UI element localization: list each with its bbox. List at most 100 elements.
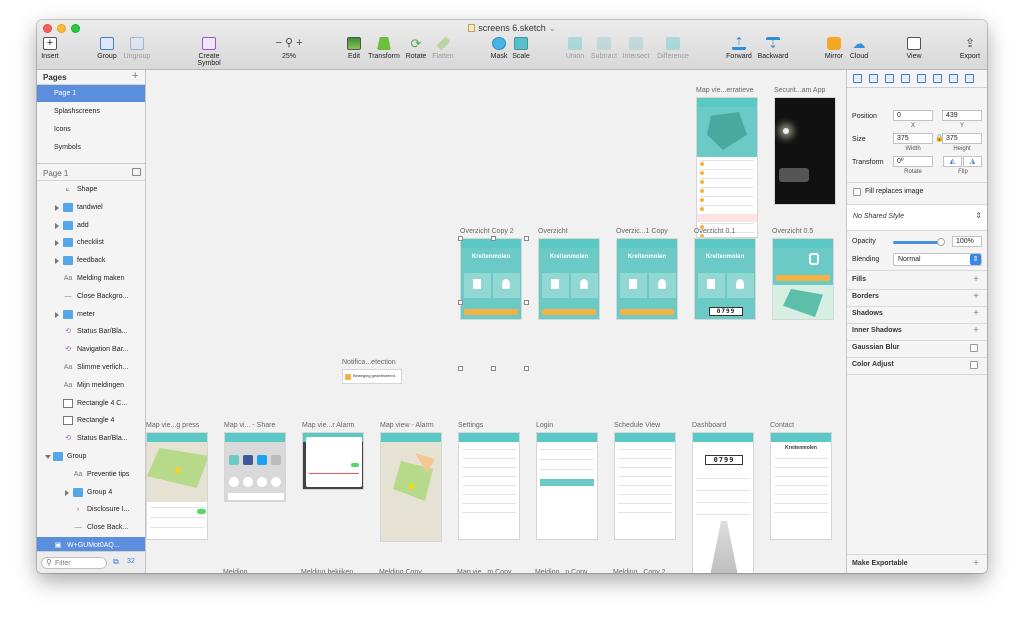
selection-handle[interactable] xyxy=(524,236,529,241)
add-export-button[interactable]: + xyxy=(973,559,979,569)
position-y-field[interactable]: 439 xyxy=(942,110,982,121)
insert-button[interactable]: + Insert xyxy=(37,37,72,60)
artboard-label[interactable]: Overzicht Copy 2 xyxy=(460,228,514,235)
artboard-label[interactable]: Securit...am App xyxy=(774,87,825,94)
list-item[interactable] xyxy=(618,512,672,513)
list-item[interactable] xyxy=(462,449,516,450)
align-top-icon[interactable] xyxy=(901,74,910,83)
layer-row[interactable]: Group 4 xyxy=(37,484,145,501)
list-item[interactable] xyxy=(700,178,754,179)
ungroup-button[interactable]: Ungroup xyxy=(115,37,159,60)
selection-handle[interactable] xyxy=(491,236,496,241)
fill-replaces-checkbox[interactable] xyxy=(853,188,861,196)
disclosure-open-icon[interactable] xyxy=(45,455,51,459)
cloud-button[interactable]: ☁ Cloud xyxy=(837,37,881,60)
list-item[interactable] xyxy=(462,503,516,504)
section-toggle-checkbox[interactable] xyxy=(970,361,978,369)
share-icon[interactable] xyxy=(229,455,239,465)
zoom-control[interactable]: − ⚲ +25% xyxy=(267,37,311,60)
list-item[interactable] xyxy=(696,490,750,491)
list-item[interactable] xyxy=(462,458,516,459)
disclosure-icon[interactable] xyxy=(55,311,59,318)
artboard-label[interactable]: Schedule View xyxy=(614,422,660,429)
filter-input[interactable] xyxy=(55,559,103,567)
add-borders-button[interactable]: + xyxy=(973,292,979,302)
layer-row[interactable]: Aa Preventie tips xyxy=(37,466,145,483)
artboard-label[interactable]: Login xyxy=(536,422,553,429)
canvas[interactable]: Map vie...erratieve Securit...am App Overz… xyxy=(146,70,846,573)
artboard-label[interactable]: Dashboard xyxy=(692,422,726,429)
list-item[interactable] xyxy=(540,449,594,450)
list-item[interactable] xyxy=(774,503,828,504)
list-item[interactable] xyxy=(700,169,754,170)
list-item[interactable] xyxy=(150,527,205,528)
layer-row[interactable]: feedback xyxy=(37,252,145,269)
artboard[interactable]: Settings xyxy=(458,422,520,540)
artboard-label[interactable]: Melding Copy xyxy=(379,569,422,573)
share-icon[interactable] xyxy=(243,455,253,465)
height-field[interactable]: 375 xyxy=(942,133,982,144)
position-x-field[interactable]: 0 xyxy=(893,110,933,121)
artboard-label[interactable]: Melding...Copy 2 xyxy=(613,569,666,573)
filter-field[interactable]: ⚲ xyxy=(41,557,107,569)
list-item[interactable] xyxy=(618,458,672,459)
artboard[interactable]: Map vie...erratieve xyxy=(696,87,758,238)
list-item[interactable] xyxy=(774,485,828,486)
layer-row[interactable]: ⟲ Status Bar/Bla... xyxy=(37,323,145,340)
list-item[interactable] xyxy=(618,476,672,477)
action-icon[interactable] xyxy=(243,477,253,487)
flatten-button[interactable]: Flatten xyxy=(421,36,465,60)
list-item[interactable] xyxy=(540,459,594,460)
disclosure-icon[interactable] xyxy=(55,258,59,265)
list-item[interactable] xyxy=(540,469,594,470)
list-item[interactable] xyxy=(618,485,672,486)
list-item[interactable] xyxy=(618,467,672,468)
artboard-label[interactable]: Map vi... - Share xyxy=(224,422,275,429)
distribute-v-icon[interactable] xyxy=(965,74,974,83)
disclosure-icon[interactable] xyxy=(65,489,69,496)
action-button[interactable] xyxy=(620,309,674,315)
section-gaussian-blur[interactable]: Gaussian Blur xyxy=(852,344,899,351)
list-item[interactable] xyxy=(462,467,516,468)
action-icon[interactable] xyxy=(229,477,239,487)
action-button[interactable] xyxy=(776,275,830,281)
flip-horizontal-button[interactable]: ◭ xyxy=(943,156,962,167)
selection-handle[interactable] xyxy=(458,300,463,305)
list-item[interactable] xyxy=(696,478,750,479)
export-button[interactable]: ⇪ Export xyxy=(948,37,987,60)
align-bottom-icon[interactable] xyxy=(933,74,942,83)
disclosure-icon[interactable] xyxy=(55,240,59,247)
list-item[interactable] xyxy=(700,205,754,206)
section-color-adjust[interactable]: Color Adjust xyxy=(852,361,894,368)
opacity-slider-knob[interactable] xyxy=(937,238,945,246)
artboard[interactable]: Login xyxy=(536,422,598,540)
artboard-label[interactable]: Overzicht 0.1 xyxy=(694,228,735,235)
layer-row[interactable]: Rectangle 4 xyxy=(37,412,145,429)
collapse-icon[interactable] xyxy=(132,168,141,176)
selection-handle[interactable] xyxy=(458,236,463,241)
list-item[interactable] xyxy=(462,494,516,495)
toggle-switch[interactable] xyxy=(197,509,206,514)
list-item[interactable] xyxy=(696,514,750,515)
share-icon[interactable] xyxy=(257,455,267,465)
zoom-in-button[interactable]: + xyxy=(296,37,302,49)
list-item[interactable] xyxy=(618,503,672,504)
artboard-label[interactable]: Map vie...m Copy xyxy=(457,569,511,573)
align-left-icon[interactable] xyxy=(853,74,862,83)
disclosure-icon[interactable] xyxy=(55,222,59,229)
list-item[interactable] xyxy=(700,196,754,197)
zoom-out-button[interactable]: − xyxy=(275,37,281,49)
artboard-label[interactable]: Overzicht 0.5 xyxy=(772,228,813,235)
list-item[interactable] xyxy=(700,187,754,188)
artboard[interactable]: Overzic...1 Copy Kreitenmolen xyxy=(616,228,678,320)
artboard[interactable]: Overzicht Copy 2 Kreitenmolen xyxy=(460,228,522,320)
artboard-label[interactable]: Melding bekijken xyxy=(301,569,353,573)
opacity-slider[interactable] xyxy=(893,238,945,246)
layer-row[interactable]: ⟲ Navigation Bar... xyxy=(37,341,145,358)
add-fills-button[interactable]: + xyxy=(973,275,979,285)
layer-row[interactable]: checklist xyxy=(37,234,145,251)
list-item[interactable] xyxy=(774,494,828,495)
list-item[interactable] xyxy=(462,485,516,486)
artboard-label[interactable]: Contact xyxy=(770,422,794,429)
layer-row[interactable]: — Close Back... xyxy=(37,519,145,536)
